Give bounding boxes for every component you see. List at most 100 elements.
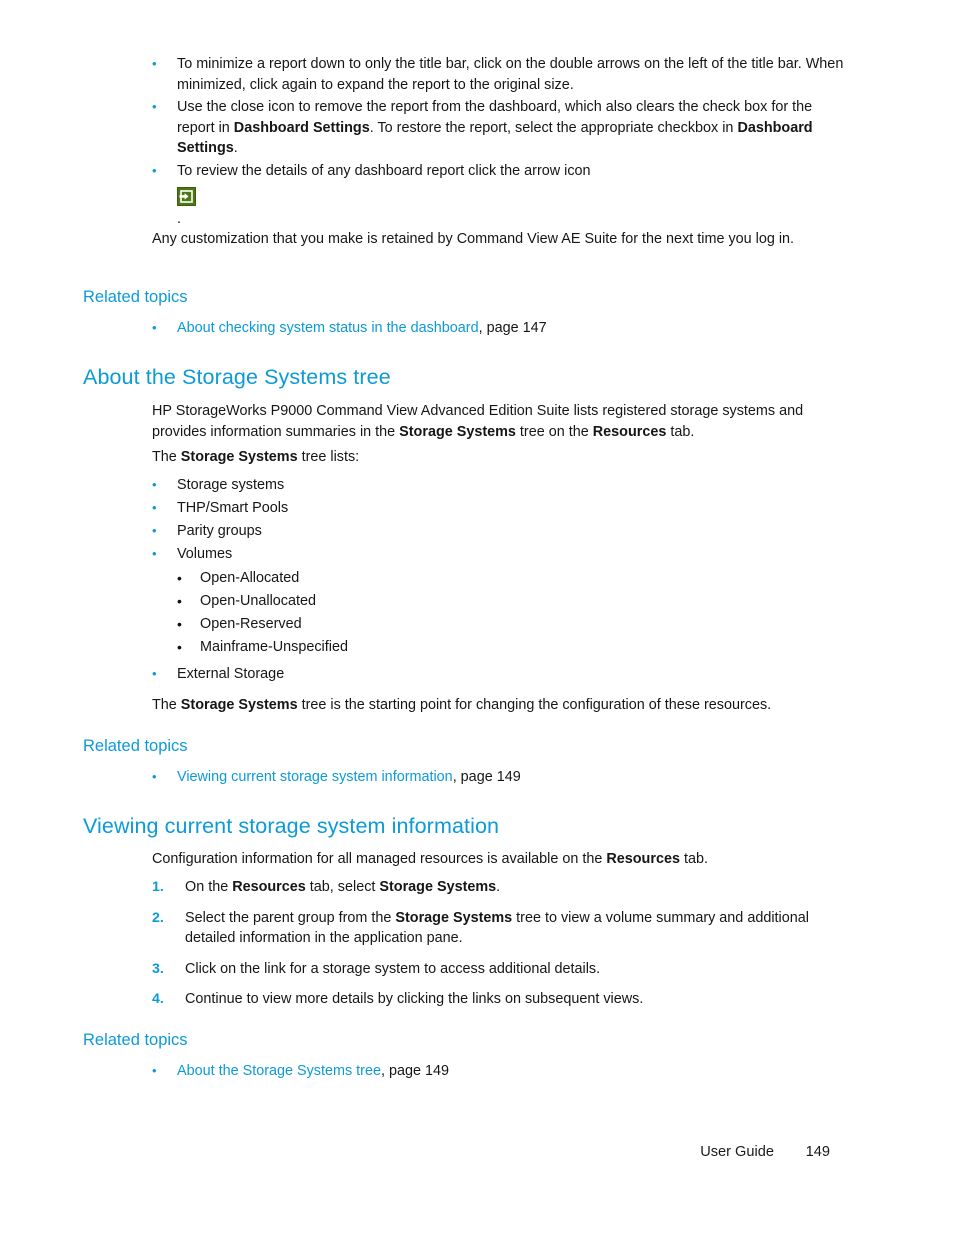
section-intro-paragraph: Configuration information for all manage…	[152, 849, 842, 870]
step-text: Select the parent group from the Storage…	[185, 908, 852, 949]
procedure-step: 4. Continue to view more details by clic…	[152, 989, 852, 1010]
list-item: • To minimize a report down to only the …	[152, 54, 852, 95]
list-item-text: Use the close icon to remove the report …	[177, 97, 852, 159]
procedure-step: 3. Click on the link for a storage syste…	[152, 959, 852, 980]
list-item: • Use the close icon to remove the repor…	[152, 97, 852, 159]
related-topics-list: • About checking system status in the da…	[152, 318, 852, 339]
text-run: tree is the starting point for changing …	[297, 697, 772, 713]
list-item-text: To review the details of any dashboard r…	[177, 162, 591, 179]
text-run: The	[152, 697, 181, 713]
bullet-glyph: •	[177, 615, 182, 632]
cross-reference-link[interactable]: Viewing current storage system informati…	[177, 769, 453, 785]
open-details-arrow-icon[interactable]	[177, 187, 196, 206]
procedure-step: 1. On the Resources tab, select Storage …	[152, 877, 852, 898]
bold-term-storage-systems: Storage Systems	[395, 909, 513, 926]
sub-list-item-text: Open-Allocated	[200, 569, 300, 586]
sub-list-item-text: Open-Reserved	[200, 615, 302, 632]
list-item: • Parity groups	[152, 521, 852, 542]
bullet-glyph: •	[152, 523, 157, 538]
text-run: Select the parent group from the	[185, 909, 396, 926]
procedure-step: 2. Select the parent group from the Stor…	[152, 908, 852, 949]
sub-list-item: • Open-Reserved	[177, 614, 852, 635]
text-run: tab.	[679, 851, 708, 867]
bullet-glyph: •	[152, 546, 157, 561]
list-item: • Viewing current storage system informa…	[152, 767, 852, 788]
tree-list-lead-in: The Storage Systems tree lists:	[152, 447, 842, 468]
dashboard-tips-list: • To minimize a report down to only the …	[152, 54, 852, 227]
list-item: • Storage systems	[152, 475, 852, 496]
bold-term-dashboard-settings: Dashboard Settings	[233, 119, 370, 136]
bold-term-storage-systems: Storage Systems	[399, 423, 516, 440]
list-item-text: Storage systems	[177, 477, 285, 493]
bullet-glyph: •	[152, 500, 157, 515]
sub-list-item: • Open-Unallocated	[177, 591, 852, 612]
bullet-glyph: •	[152, 56, 157, 71]
step-text: Continue to view more details by clickin…	[185, 991, 644, 1007]
procedure-steps-list: 1. On the Resources tab, select Storage …	[152, 877, 852, 1010]
bold-term-resources: Resources	[232, 879, 306, 895]
bullet-glyph: •	[152, 320, 157, 335]
sub-list-item-text: Open-Unallocated	[200, 592, 316, 609]
related-topics-list: • Viewing current storage system informa…	[152, 767, 852, 788]
page-footer: User Guide 149	[0, 1144, 830, 1160]
step-number: 1.	[152, 879, 164, 895]
text-run: On the	[185, 879, 233, 895]
list-item-text: About the Storage Systems tree, page 149	[177, 1061, 852, 1082]
list-item: • About checking system status in the da…	[152, 318, 852, 339]
list-item-text: Volumes	[177, 546, 233, 562]
text-run: .	[496, 879, 501, 895]
step-text: On the Resources tab, select Storage Sys…	[185, 877, 852, 898]
page-reference: , page 149	[452, 769, 521, 785]
list-item-text: External Storage	[177, 666, 285, 682]
section-intro-paragraph: HP StorageWorks P9000 Command View Advan…	[152, 401, 842, 442]
bullet-glyph: •	[177, 569, 182, 586]
list-item-text: About checking system status in the dash…	[177, 318, 852, 339]
list-item: • External Storage	[152, 664, 852, 685]
sub-list-item: • Mainframe-Unspecified	[177, 637, 852, 658]
related-topics-heading: Related topics	[83, 288, 188, 306]
icon-wrapper	[177, 187, 852, 206]
text-run: The	[152, 449, 181, 465]
tree-closing-paragraph: The Storage Systems tree is the starting…	[152, 695, 842, 716]
section-heading-storage-systems-tree: About the Storage Systems tree	[83, 365, 391, 389]
customization-note: Any customization that you make is retai…	[152, 231, 795, 247]
list-item-text: To minimize a report down to only the ti…	[177, 56, 844, 93]
bold-term-resources: Resources	[592, 423, 667, 440]
text-run: .	[233, 140, 238, 156]
bullet-glyph: •	[152, 162, 157, 178]
list-item-text: Parity groups	[177, 523, 262, 539]
list-item-text: Viewing current storage system informati…	[177, 767, 852, 788]
sub-list-item-text: Mainframe-Unspecified	[200, 638, 348, 655]
text-run: . To restore the report, select the appr…	[369, 119, 738, 136]
list-item: • THP/Smart Pools	[152, 498, 852, 519]
bullet-glyph: •	[152, 769, 157, 784]
list-item-text: THP/Smart Pools	[177, 500, 289, 516]
bullet-glyph: •	[177, 638, 182, 655]
list-item: • To review the details of any dashboard…	[152, 161, 852, 227]
page-reference: , page 149	[380, 1063, 450, 1079]
bold-term-storage-systems: Storage Systems	[180, 449, 298, 465]
bold-term-storage-systems: Storage Systems	[379, 879, 497, 895]
step-number: 3.	[152, 960, 164, 977]
step-number: 2.	[152, 909, 164, 926]
bullet-glyph: •	[152, 1063, 157, 1078]
document-page: • To minimize a report down to only the …	[0, 0, 954, 1235]
bold-term-storage-systems: Storage Systems	[180, 697, 298, 713]
page-reference: , page 147	[478, 320, 547, 336]
footer-page-number: 149	[805, 1144, 830, 1160]
bullet-glyph: •	[152, 99, 157, 114]
bullet-glyph: •	[152, 666, 157, 681]
cross-reference-link[interactable]: About the Storage Systems tree	[177, 1063, 381, 1079]
bold-term-resources: Resources	[606, 851, 680, 867]
bullet-glyph: •	[152, 477, 157, 492]
trailing-period: .	[177, 211, 181, 227]
step-text: Click on the link for a storage system t…	[185, 960, 601, 977]
storage-systems-tree-list: • Storage systems • THP/Smart Pools • Pa…	[152, 475, 852, 685]
text-run: tree on the	[515, 423, 593, 440]
text-run: Configuration information for all manage…	[152, 851, 607, 867]
cross-reference-link[interactable]: About checking system status in the dash…	[177, 320, 479, 336]
list-item: • About the Storage Systems tree, page 1…	[152, 1061, 852, 1082]
text-run: tab, select	[305, 879, 380, 895]
text-run: tab.	[666, 423, 695, 440]
text-run: tree lists:	[297, 449, 360, 465]
